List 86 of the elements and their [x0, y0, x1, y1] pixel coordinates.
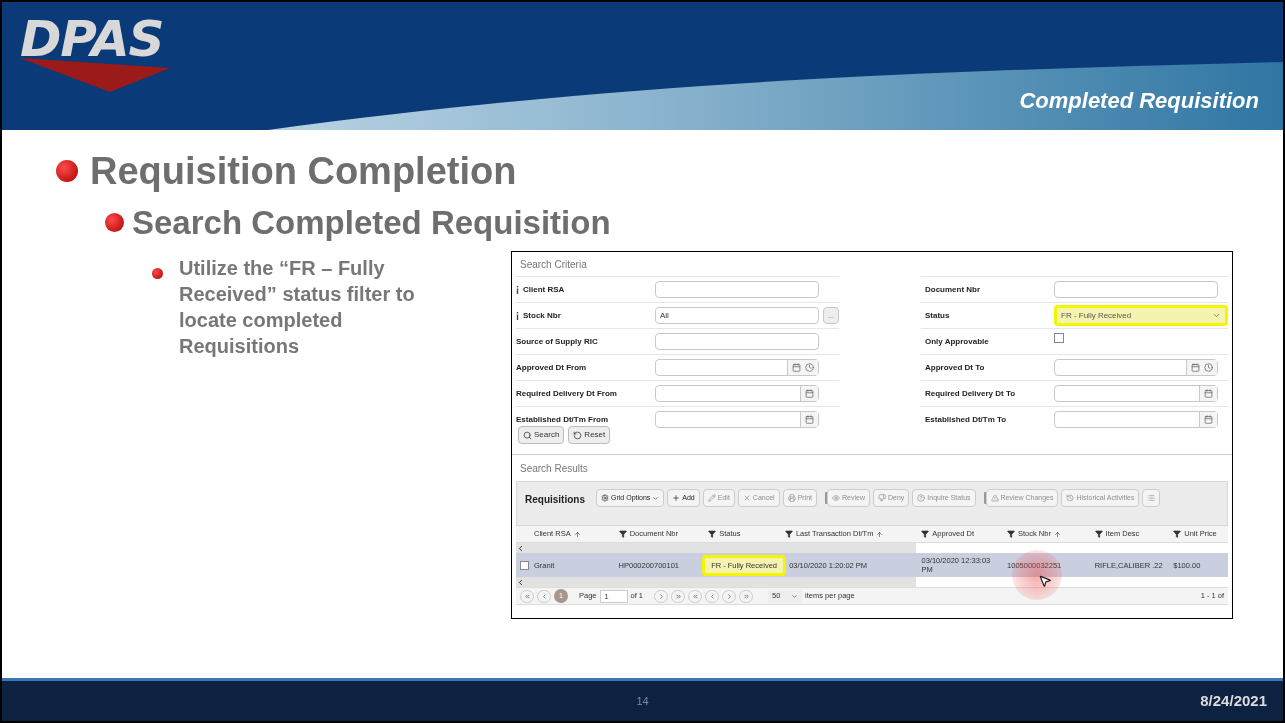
question-icon: [917, 494, 926, 502]
checkbox[interactable]: [1054, 332, 1064, 343]
info-icon: [516, 285, 519, 294]
slide-date: 8/24/2021: [1199, 690, 1267, 711]
filter-icon[interactable]: [1006, 530, 1015, 538]
field-label: Established Dt/Tm From: [516, 413, 608, 426]
gear-icon: [601, 494, 609, 502]
filter-icon[interactable]: [1094, 530, 1103, 538]
next-icon: [725, 592, 733, 600]
search-button[interactable]: Search: [518, 426, 565, 444]
date-field[interactable]: [655, 411, 819, 428]
field-label: Client RSA: [523, 283, 565, 296]
section-header: Search Results: [519, 461, 589, 476]
clock-icon[interactable]: [1204, 363, 1213, 372]
last-page-icon: [742, 592, 750, 600]
previous-icon: [540, 592, 548, 600]
scroll-left-icon[interactable]: [516, 543, 525, 553]
slide-heading: Requisition Completion: [90, 152, 517, 190]
field-label: Document Nbr: [925, 283, 981, 296]
next-icon: [657, 592, 665, 600]
input-field[interactable]: All: [655, 307, 819, 324]
field-label: Required Delivery Dt From: [516, 387, 617, 400]
caret-icon: [1212, 311, 1221, 320]
calendar-icon[interactable]: [1191, 363, 1200, 372]
eye-icon: [832, 494, 841, 502]
filter-icon[interactable]: [618, 530, 627, 538]
checkbox[interactable]: [520, 560, 529, 570]
search-icon: [523, 430, 532, 440]
field-label: Required Delivery Dt To: [925, 387, 1016, 400]
logo: DPAS: [20, 14, 165, 64]
thumbs-down-icon: [878, 494, 886, 502]
date-field[interactable]: [655, 359, 819, 376]
caret-icon: [652, 494, 660, 502]
field-label: Established Dt/Tm To: [925, 413, 1007, 426]
close-icon: [742, 494, 751, 502]
slide-subheading: Search Completed Requisition: [132, 206, 611, 239]
section-title: Completed Requisition: [1019, 87, 1259, 115]
filter-icon[interactable]: [708, 530, 717, 538]
field-label: Only Approvable: [925, 335, 989, 348]
status-dropdown[interactable]: FR - Fully Received: [1054, 305, 1228, 326]
input-field[interactable]: [655, 281, 819, 298]
date-field[interactable]: [1054, 411, 1218, 428]
clock-icon[interactable]: [805, 363, 814, 372]
page-number: 14: [636, 693, 649, 709]
list-icon: [1147, 494, 1156, 502]
plus-icon: [672, 494, 681, 502]
input-field[interactable]: [1054, 281, 1218, 298]
field-label: Source of Supply RIC: [516, 335, 598, 348]
history-icon: [1066, 494, 1075, 502]
first-page-icon: [523, 592, 531, 600]
printer-icon: [787, 494, 796, 502]
reset-button[interactable]: Reset: [568, 426, 611, 444]
calendar-icon[interactable]: [805, 415, 814, 424]
grid-title: Requisitions: [525, 493, 585, 507]
date-field[interactable]: [1054, 385, 1218, 402]
sort-arrow-icon: [573, 530, 581, 538]
bullet-icon: [56, 160, 78, 182]
calendar-icon[interactable]: [1204, 415, 1213, 424]
calendar-icon[interactable]: [805, 389, 814, 398]
date-field[interactable]: [1054, 359, 1218, 376]
reset-icon: [573, 430, 583, 440]
field-label: Status: [925, 309, 950, 322]
bullet-text: Utilize the “FR – Fully Received” status filter to locate completed Requisitions: [179, 256, 416, 359]
filter-icon[interactable]: [921, 530, 930, 538]
bullet-icon: [105, 213, 124, 232]
field-label: Approved Dt To: [925, 361, 985, 374]
first-page-icon: [691, 592, 699, 600]
last-page-icon: [674, 592, 682, 600]
caret-icon: [791, 592, 799, 600]
bullet-icon: [152, 268, 163, 279]
section-header: Search Criteria: [519, 257, 588, 272]
filter-icon[interactable]: [784, 530, 793, 538]
filter-icon[interactable]: [1173, 530, 1182, 538]
calendar-icon[interactable]: [1204, 389, 1213, 398]
field-label: Stock Nbr: [523, 309, 561, 322]
calendar-icon[interactable]: [792, 363, 801, 372]
scroll-left-icon[interactable]: [516, 577, 525, 587]
warning-icon: [990, 494, 999, 502]
sort-arrow-icon: [1053, 530, 1061, 538]
date-field[interactable]: [655, 385, 819, 402]
input-field[interactable]: [655, 333, 819, 350]
previous-icon: [708, 592, 716, 600]
sort-arrow-icon: [876, 530, 884, 538]
info-icon: [516, 311, 519, 320]
field-label: Approved Dt From: [516, 361, 587, 374]
pencil-icon: [707, 494, 716, 502]
